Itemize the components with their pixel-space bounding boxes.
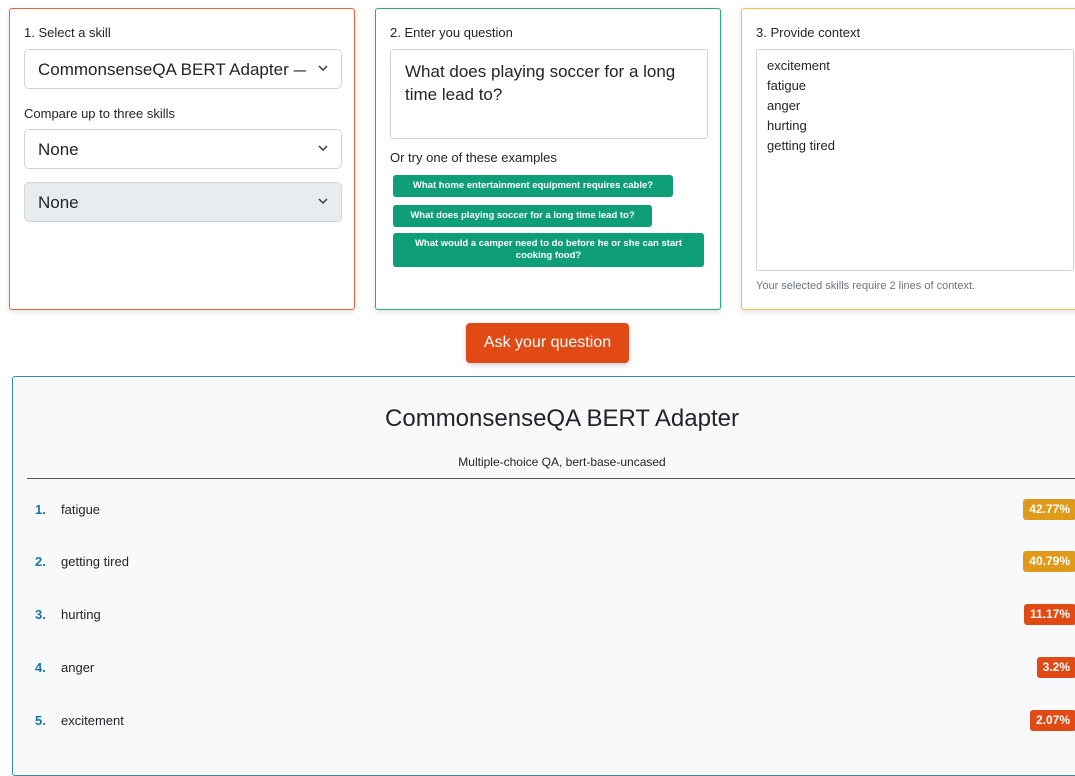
context-line: getting tired — [767, 138, 835, 153]
context-line: fatigue — [767, 78, 807, 93]
result-row: 2. getting tired 40.79% — [13, 551, 1075, 575]
results-card: CommonsenseQA BERT Adapter Multiple-choi… — [12, 376, 1075, 776]
result-label: hurting — [61, 607, 101, 622]
skill-select[interactable]: CommonsenseQA BERT Adapter — Multiple-ch… — [24, 49, 342, 89]
context-line: excitement — [767, 58, 830, 73]
result-label: fatigue — [61, 502, 101, 517]
example-question-button[interactable]: What does playing soccer for a long time… — [393, 205, 652, 227]
chevron-down-icon — [318, 145, 328, 152]
context-line: hurting — [767, 118, 807, 133]
result-row: 3. hurting 11.17% — [13, 604, 1075, 628]
skill-card-title: 1. Select a skill — [24, 25, 111, 40]
score-badge: 2.07% — [1029, 710, 1075, 731]
result-label: excitement — [61, 713, 124, 728]
context-requirement-note: Your selected skills require 2 lines of … — [756, 280, 976, 292]
compare-skills-label: Compare up to three skills — [24, 106, 176, 121]
result-rank: 2. — [35, 554, 46, 569]
score-badge: 40.79% — [1023, 551, 1075, 572]
result-rank: 5. — [35, 713, 46, 728]
context-card-title: 3. Provide context — [756, 25, 861, 40]
compare-select-1-value: None — [38, 140, 79, 159]
result-label: anger — [61, 660, 95, 675]
score-badge: 3.2% — [1036, 657, 1075, 678]
example-question-button[interactable]: What home entertainment equipment requir… — [393, 175, 673, 197]
example-question-button[interactable]: What would a camper need to do before he… — [393, 233, 704, 267]
result-rank: 4. — [35, 660, 46, 675]
question-card: 2. Enter you question What does playing … — [375, 8, 721, 310]
skill-select-value: CommonsenseQA BERT Adapter — Multiple-ch… — [38, 60, 306, 79]
results-title: CommonsenseQA BERT Adapter — [385, 405, 739, 432]
results-subtitle: Multiple-choice QA, bert-base-uncased — [458, 455, 666, 469]
skill-selection-card: 1. Select a skill CommonsenseQA BERT Ada… — [9, 8, 355, 310]
examples-label: Or try one of these examples — [390, 150, 557, 165]
result-rank: 3. — [35, 607, 46, 622]
chevron-down-icon — [318, 198, 328, 205]
result-row: 1. fatigue 42.77% — [13, 499, 1075, 523]
compare-select-2-value: None — [38, 193, 79, 212]
compare-skill-select-1[interactable]: None — [24, 129, 342, 169]
results-divider — [27, 478, 1075, 479]
question-input[interactable]: What does playing soccer for a long time… — [390, 49, 708, 139]
compare-skill-select-2[interactable]: None — [24, 182, 342, 222]
chevron-down-icon — [318, 65, 328, 72]
context-line: anger — [767, 98, 801, 113]
score-badge: 42.77% — [1023, 499, 1075, 520]
result-label: getting tired — [61, 554, 129, 569]
result-row: 4. anger 3.2% — [13, 657, 1075, 681]
context-textarea[interactable]: excitement fatigue anger hurting getting… — [756, 49, 1074, 271]
result-rank: 1. — [35, 502, 46, 517]
question-card-title: 2. Enter you question — [390, 25, 513, 40]
context-card: 3. Provide context excitement fatigue an… — [741, 8, 1075, 310]
score-badge: 11.17% — [1023, 604, 1075, 625]
ask-question-button[interactable]: Ask your question — [466, 323, 629, 363]
result-row: 5. excitement 2.07% — [13, 710, 1075, 734]
